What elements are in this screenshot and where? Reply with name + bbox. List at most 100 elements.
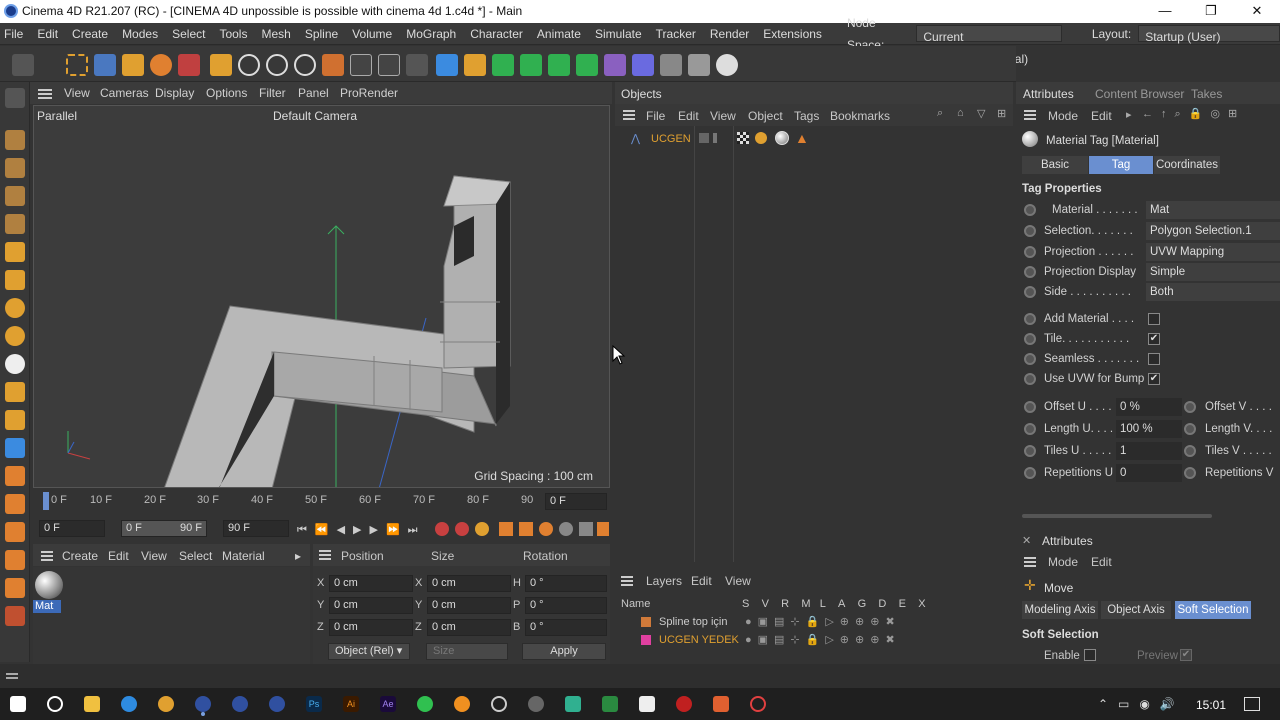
attr2-menu-edit[interactable]: Edit — [1091, 555, 1112, 569]
whatsapp-icon[interactable] — [417, 696, 433, 712]
attr-menu-mode[interactable]: Mode — [1048, 109, 1078, 123]
key-pla-icon[interactable] — [579, 522, 593, 536]
polygons-mode-icon[interactable] — [5, 242, 25, 262]
keyframe-dot[interactable] — [1184, 445, 1196, 457]
tab-attributes[interactable]: Attributes — [1023, 87, 1074, 101]
mat-menu-edit[interactable]: Edit — [108, 549, 129, 563]
obj-menu-edit[interactable]: Edit — [678, 109, 699, 123]
snap-icon[interactable] — [5, 298, 25, 318]
node-space-dropdown[interactable]: Current (Standard/Physical) — [916, 25, 1062, 66]
keyframe-dot[interactable] — [1024, 286, 1036, 298]
key-scale-icon[interactable] — [519, 522, 533, 536]
object-name[interactable]: UCGEN — [651, 133, 691, 145]
range-slider[interactable]: 0 F 90 F — [121, 520, 207, 537]
layers-menu-edit[interactable]: Edit — [691, 574, 712, 588]
keyframe-dot[interactable] — [1024, 467, 1036, 479]
settings-icon[interactable] — [491, 696, 507, 712]
viewport-menu-prorender[interactable]: ProRender — [340, 86, 398, 100]
edge-icon[interactable] — [121, 696, 137, 712]
size-x-field[interactable]: 0 cm — [427, 575, 511, 592]
layer-row[interactable]: UCGEN YEDEK ●▣▤⊹🔒▷⊕⊕⊕✖ — [615, 632, 1013, 650]
menu-create[interactable]: Create — [65, 23, 115, 45]
tile-checkbox[interactable]: ✔ — [1148, 333, 1160, 345]
keyframe-dot[interactable] — [1024, 423, 1036, 435]
checker-icon[interactable] — [5, 438, 25, 458]
menu-volume[interactable]: Volume — [345, 23, 399, 45]
file-explorer-icon[interactable] — [84, 696, 100, 712]
layers-menu-view[interactable]: View — [725, 574, 751, 588]
apply-button[interactable]: Apply — [522, 643, 606, 660]
render-picture-viewer-icon[interactable] — [378, 54, 400, 76]
app-icon[interactable] — [639, 696, 655, 712]
menu-character[interactable]: Character — [463, 23, 530, 45]
rotation-h-field[interactable]: 0 ° — [525, 575, 607, 592]
maximize-button[interactable]: ❐ — [1188, 0, 1234, 23]
keyframe-dot[interactable] — [1024, 373, 1036, 385]
edges-mode-icon[interactable] — [5, 270, 25, 290]
viewport-menu-cameras[interactable]: Cameras — [100, 86, 149, 100]
subdivision-icon[interactable] — [492, 54, 514, 76]
projection-dropdown[interactable]: UVW Mapping — [1146, 243, 1280, 261]
viewport-menu-display[interactable]: Display — [155, 86, 194, 100]
hamburger-icon[interactable] — [319, 550, 331, 552]
new-panel-icon[interactable]: ⊞ — [997, 107, 1006, 120]
keyframe-dot[interactable] — [1184, 467, 1196, 479]
keyframe-dot[interactable] — [1024, 246, 1036, 258]
app-icon[interactable] — [750, 696, 766, 712]
viewport-menu-options[interactable]: Options — [206, 86, 247, 100]
layer-name[interactable]: UCGEN YEDEK — [659, 634, 739, 646]
extrude-icon[interactable] — [520, 54, 542, 76]
layout-dropdown[interactable]: Startup (User) — [1138, 25, 1280, 44]
key-position-icon[interactable] — [499, 522, 513, 536]
render-queue-icon[interactable] — [5, 606, 25, 626]
transport-controls[interactable]: ⏮⏪◀▶▶⏩⏭ — [297, 523, 426, 537]
scale-icon[interactable] — [122, 54, 144, 76]
photoshop-icon[interactable]: Ps — [306, 696, 322, 712]
app-icon[interactable] — [602, 696, 618, 712]
end-frame-field[interactable]: 90 F — [223, 520, 289, 537]
use-uvw-bump-checkbox[interactable]: ✔ — [1148, 373, 1160, 385]
length-u-field[interactable]: 100 % — [1116, 420, 1182, 438]
render-settings-icon[interactable] — [406, 54, 428, 76]
hamburger-icon[interactable] — [1024, 110, 1036, 112]
light-icon[interactable] — [716, 54, 738, 76]
move-icon[interactable] — [94, 54, 116, 76]
snap-settings-icon[interactable] — [5, 326, 25, 346]
keyframe-dot[interactable] — [1024, 225, 1036, 237]
hamburger-icon[interactable] — [623, 110, 635, 112]
coordinate-mode-dropdown[interactable]: Object (Rel) ▾ — [328, 643, 410, 660]
material-icon[interactable] — [5, 522, 25, 542]
menu-modes[interactable]: Modes — [115, 23, 165, 45]
home-icon[interactable]: ⌂ — [957, 107, 964, 119]
position-x-field[interactable]: 0 cm — [329, 575, 413, 592]
size-z-field[interactable]: 0 cm — [427, 619, 511, 636]
floor-icon[interactable] — [660, 54, 682, 76]
make-editable-icon[interactable] — [5, 88, 25, 108]
mat-menu-material[interactable]: Material — [222, 549, 265, 563]
menu-tools[interactable]: Tools — [212, 23, 254, 45]
workplane-icon[interactable] — [5, 186, 25, 206]
layer-name[interactable]: Spline top için — [659, 616, 728, 628]
timeline-icon[interactable] — [5, 494, 25, 514]
illustrator-icon[interactable]: Ai — [343, 696, 359, 712]
search-icon[interactable] — [47, 696, 63, 712]
chrome-icon[interactable] — [158, 696, 174, 712]
mat-menu-view[interactable]: View — [141, 549, 167, 563]
sculpt-icon[interactable] — [5, 466, 25, 486]
cinema4d-taskbar-icon[interactable] — [195, 696, 211, 712]
menu-tracker[interactable]: Tracker — [649, 23, 703, 45]
rotate-icon[interactable] — [150, 54, 172, 76]
obj-menu-tags[interactable]: Tags — [794, 109, 819, 123]
after-effects-icon[interactable]: Ae — [380, 696, 396, 712]
hamburger-icon[interactable] — [41, 551, 53, 553]
3d-viewport[interactable]: Parallel Default Camera Grid Spacing : 1… — [33, 105, 610, 488]
attr2-menu-mode[interactable]: Mode — [1048, 555, 1078, 569]
obj-menu-view[interactable]: View — [710, 109, 736, 123]
undo-icon[interactable] — [12, 54, 34, 76]
obj-menu-object[interactable]: Object — [748, 109, 783, 123]
tab-takes[interactable]: Takes — [1191, 87, 1222, 101]
keyframe-dot[interactable] — [1024, 266, 1036, 278]
chevron-right-icon[interactable]: ▸ — [1126, 108, 1132, 121]
texture-mode-icon[interactable] — [5, 158, 25, 178]
key-parameter-icon[interactable] — [559, 522, 573, 536]
